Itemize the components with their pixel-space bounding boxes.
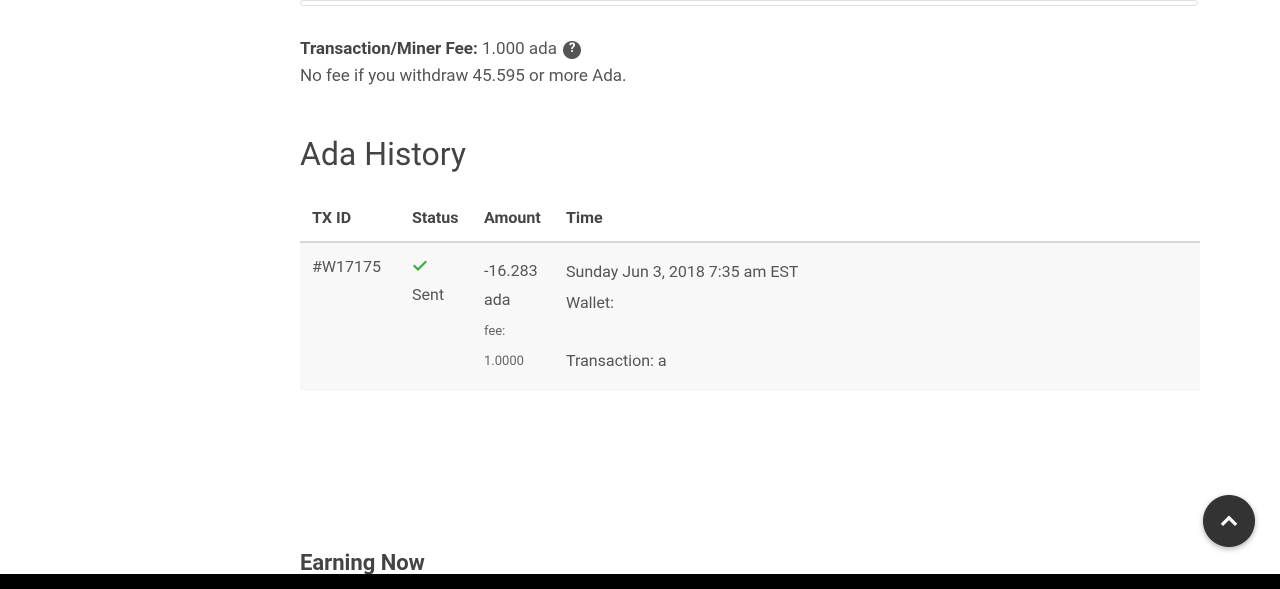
col-header-status: Status: [400, 198, 472, 242]
col-header-time: Time: [554, 198, 1200, 242]
fee-note: No fee if you withdraw 45.595 or more Ad…: [300, 63, 1200, 90]
amount-value-1: -16.283: [484, 257, 542, 286]
status-text: Sent: [412, 285, 460, 304]
fee-label-small: fee:: [484, 320, 542, 345]
earning-heading: Earning Now: [300, 551, 1200, 576]
fee-section: Transaction/Miner Fee: 1.000 ada ? No fe…: [300, 36, 1200, 90]
col-header-txid: TX ID: [300, 198, 400, 242]
time-value: Sunday Jun 3, 2018 7:35 am EST: [566, 257, 1188, 287]
input-outline-remnant: [300, 0, 1198, 6]
amount-value-2: ada: [484, 286, 542, 315]
cell-status: Sent: [400, 242, 472, 390]
chevron-up-icon: [1218, 510, 1240, 532]
check-icon: [412, 257, 428, 276]
history-heading: Ada History: [300, 135, 1200, 173]
cell-time: Sunday Jun 3, 2018 7:35 am EST Wallet: T…: [554, 242, 1200, 390]
wallet-label: Wallet:: [566, 288, 1188, 318]
fee-value-small: 1.0000: [484, 350, 542, 375]
fee-label: Transaction/Miner Fee:: [300, 39, 478, 59]
col-header-amount: Amount: [472, 198, 554, 242]
history-table: TX ID Status Amount Time #W17175 Sent -1…: [300, 198, 1200, 390]
scroll-to-top-button[interactable]: [1203, 495, 1255, 547]
cell-amount: -16.283 ada fee: 1.0000: [472, 242, 554, 390]
fee-value: 1.000 ada: [482, 39, 557, 59]
transaction-label: Transaction: a: [566, 346, 1188, 376]
fee-line: Transaction/Miner Fee: 1.000 ada ?: [300, 36, 1200, 63]
footer-bar: [0, 574, 1280, 589]
help-icon[interactable]: ?: [563, 41, 581, 59]
cell-txid: #W17175: [300, 242, 400, 390]
table-row: #W17175 Sent -16.283 ada fee: 1.0000 Sun…: [300, 242, 1200, 390]
